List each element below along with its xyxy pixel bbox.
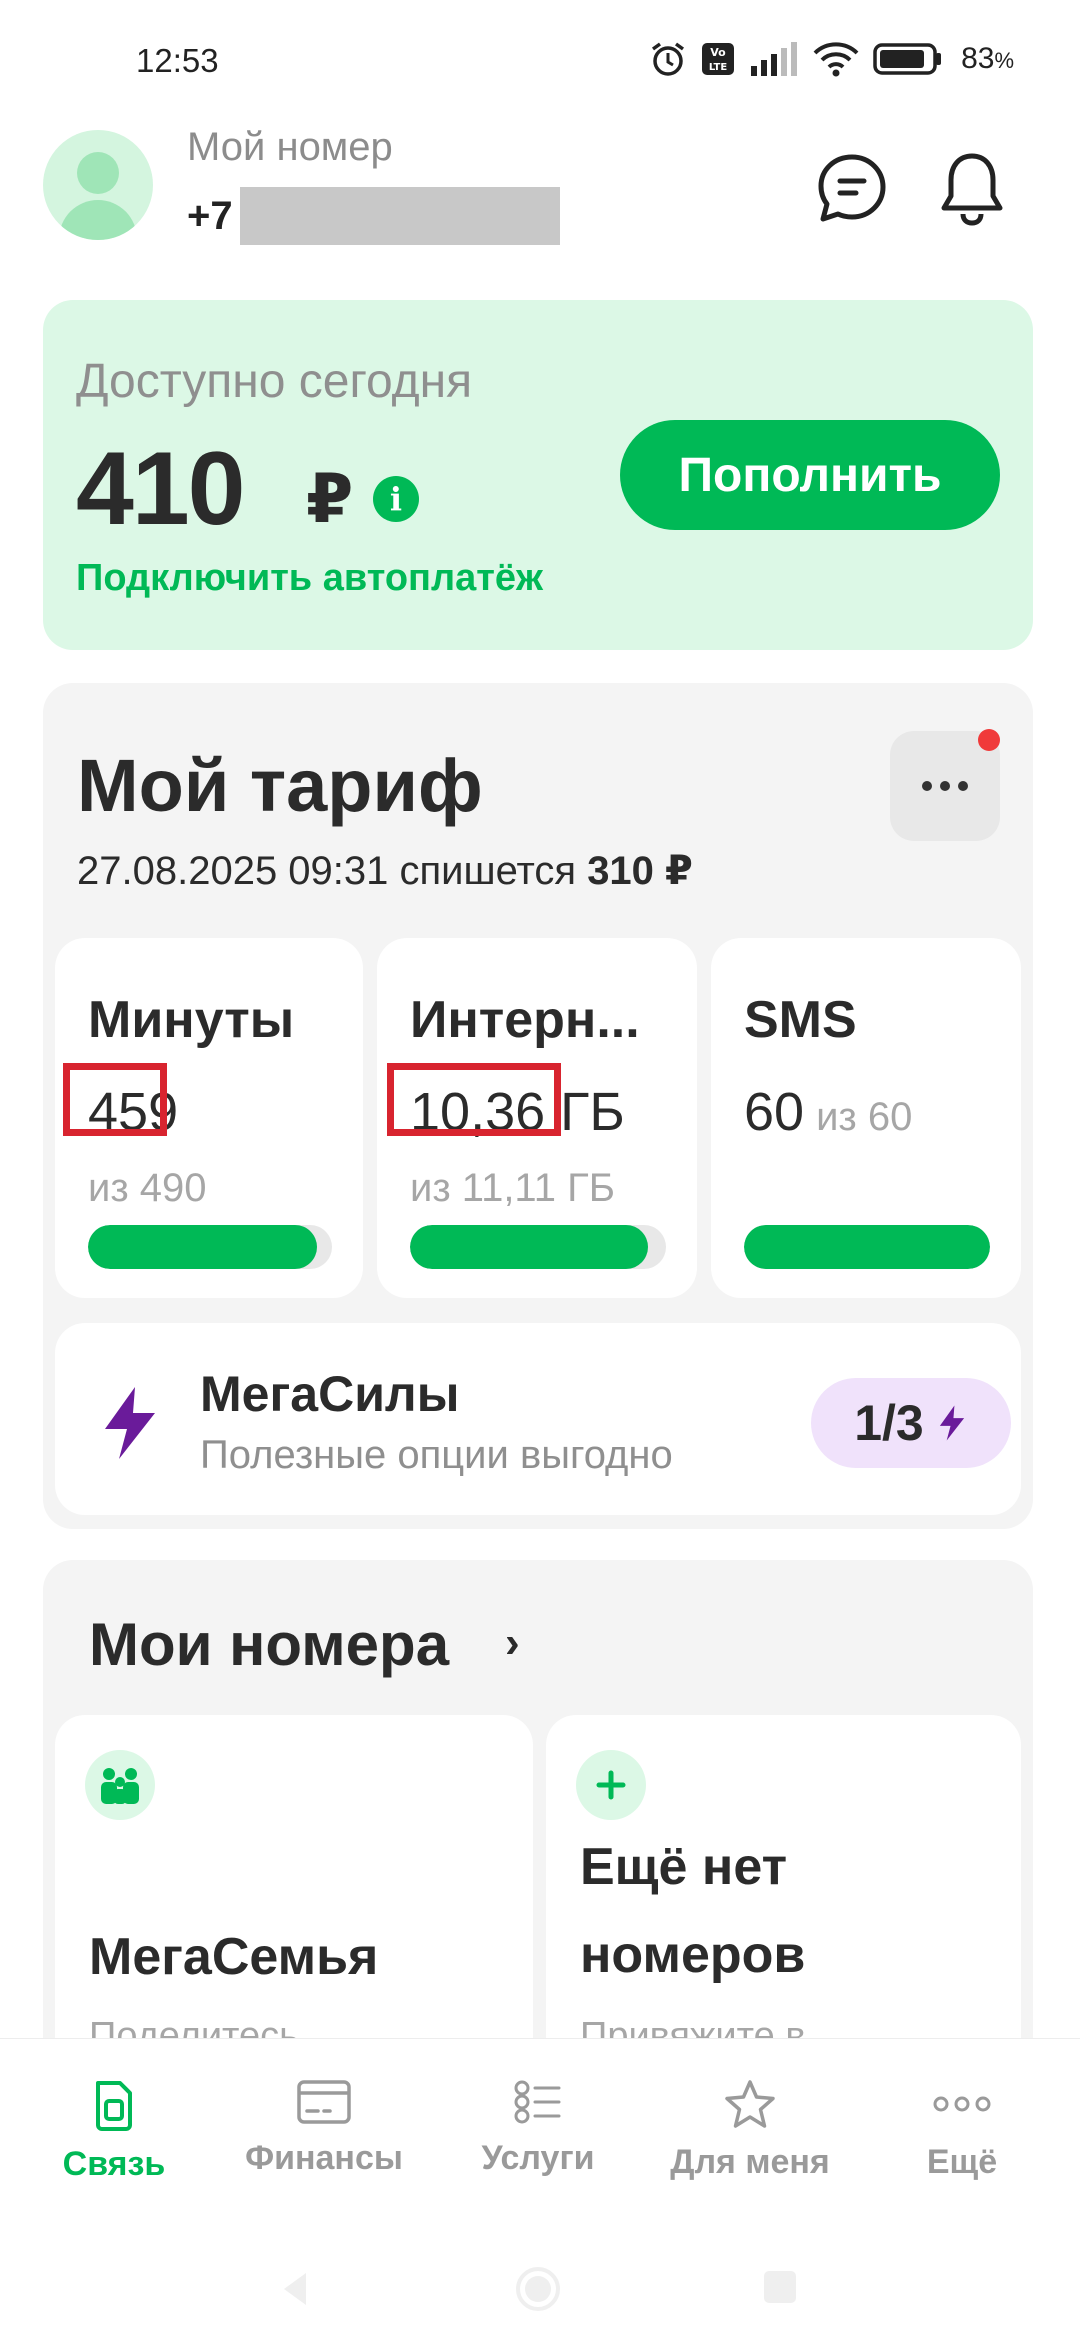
nav-label: Услуги: [481, 2139, 595, 2177]
info-icon[interactable]: i: [373, 476, 419, 522]
highlight-box: [387, 1063, 561, 1136]
phone-number-redaction: [240, 187, 560, 245]
nav-label: Ещё: [926, 2143, 998, 2181]
nav-item-finance[interactable]: Финансы: [234, 2079, 414, 2178]
tile-title: Ещё нет: [580, 1838, 788, 1896]
tile-title: номеров: [580, 1926, 806, 1984]
progress-bar: [88, 1225, 332, 1269]
my-number-label: Мой номер: [187, 125, 393, 169]
quota-total: из 490: [88, 1166, 207, 1210]
tariff-card: Мой тариф 27.08.2025 09:31 спишется 310 …: [43, 683, 1033, 1529]
quota-title: Интерн...: [410, 991, 640, 1049]
volte-icon: Vo LTE: [701, 42, 735, 76]
battery-icon: [873, 42, 943, 76]
highlight-box: [63, 1063, 167, 1136]
tile-title: МегаСемья: [89, 1928, 379, 1986]
quota-minutes[interactable]: Минуты 459 из 490: [55, 938, 363, 1298]
megasily-card[interactable]: МегаСилы Полезные опции выгодно 1/3: [55, 1323, 1021, 1515]
balance-amount: 410: [76, 431, 246, 547]
family-icon: [85, 1750, 155, 1820]
signal-icon: [749, 42, 799, 76]
notifications-button[interactable]: [932, 148, 1012, 228]
bottom-nav: Связь Финансы Услуги Для меня Ещё: [0, 2038, 1080, 2340]
quota-sms[interactable]: SMS 60 из 60: [711, 938, 1021, 1298]
svg-text:LTE: LTE: [709, 62, 728, 73]
megasily-subtitle: Полезные опции выгодно: [200, 1433, 673, 1477]
system-recents-icon[interactable]: [762, 2269, 798, 2305]
megasily-progress: 1/3: [854, 1395, 924, 1451]
progress-fill: [744, 1225, 990, 1269]
progress-fill: [410, 1225, 649, 1269]
quota-title: Минуты: [88, 991, 295, 1049]
topup-button[interactable]: Пополнить: [620, 420, 1000, 530]
megasily-progress-badge[interactable]: 1/3: [811, 1378, 1011, 1468]
quota-total: из 60: [816, 1095, 913, 1139]
plus-icon: [576, 1750, 646, 1820]
megasily-title: МегаСилы: [200, 1366, 460, 1422]
progress-bar: [744, 1225, 990, 1269]
quota-internet[interactable]: Интерн... 10,36 ГБ из 11,11 ГБ: [377, 938, 697, 1298]
nav-item-more[interactable]: Ещё: [872, 2079, 1052, 2182]
my-numbers-title[interactable]: Мои номера: [89, 1610, 449, 1679]
svg-text:Vo: Vo: [710, 46, 726, 59]
status-icons: Vo LTE 83%: [649, 40, 1014, 78]
autopay-link[interactable]: Подключить автоплатёж: [76, 557, 543, 600]
avatar[interactable]: [43, 130, 153, 240]
nav-item-for-me[interactable]: Для меня: [660, 2079, 840, 2182]
chat-icon: [818, 154, 886, 222]
progress-fill: [88, 1225, 318, 1269]
balance-currency: ₽: [306, 461, 354, 537]
chevron-right-icon[interactable]: ›: [505, 1618, 520, 1668]
nav-item-svyaz[interactable]: Связь: [24, 2079, 204, 2184]
quota-title: SMS: [744, 991, 857, 1049]
battery-percent: 83%: [961, 42, 1014, 75]
nav-item-services[interactable]: Услуги: [448, 2079, 628, 2178]
card-icon: [297, 2080, 351, 2124]
tariff-more-button[interactable]: [890, 729, 1000, 841]
services-list-icon: [514, 2080, 561, 2124]
sim-icon: [96, 2081, 132, 2131]
lightning-icon: [97, 1385, 163, 1466]
star-icon: [725, 2080, 775, 2128]
charge-info: 27.08.2025 09:31 спишется 310 ₽: [77, 849, 693, 893]
alarm-icon: [649, 40, 687, 78]
system-home-icon[interactable]: [514, 2265, 562, 2313]
lightning-icon: [939, 1405, 964, 1441]
my-numbers-section: Мои номера › МегаСемья Поделитесь Ещё не…: [43, 1560, 1033, 2135]
system-back-icon[interactable]: [276, 2269, 316, 2309]
phone-number: +7: [187, 194, 233, 238]
status-time: 12:53: [136, 42, 219, 79]
quota-total: из 11,11 ГБ: [410, 1166, 615, 1210]
more-dots-icon: [933, 2096, 991, 2112]
nav-label: Финансы: [245, 2139, 403, 2177]
balance-card: Доступно сегодня 410 ₽ i Пополнить Подкл…: [43, 300, 1033, 650]
notification-badge: [978, 729, 1000, 751]
chat-button[interactable]: [812, 148, 892, 228]
bell-icon: [941, 153, 1003, 226]
status-bar: 12:53 Vo LTE 83%: [0, 0, 1080, 120]
nav-label: Для меня: [670, 2143, 830, 2181]
wifi-icon: [813, 41, 859, 77]
progress-bar: [410, 1225, 666, 1269]
quota-value: 60 из 60: [744, 1082, 913, 1142]
nav-label: Связь: [62, 2145, 166, 2183]
tariff-title: Мой тариф: [77, 744, 483, 827]
available-today-label: Доступно сегодня: [76, 355, 473, 408]
